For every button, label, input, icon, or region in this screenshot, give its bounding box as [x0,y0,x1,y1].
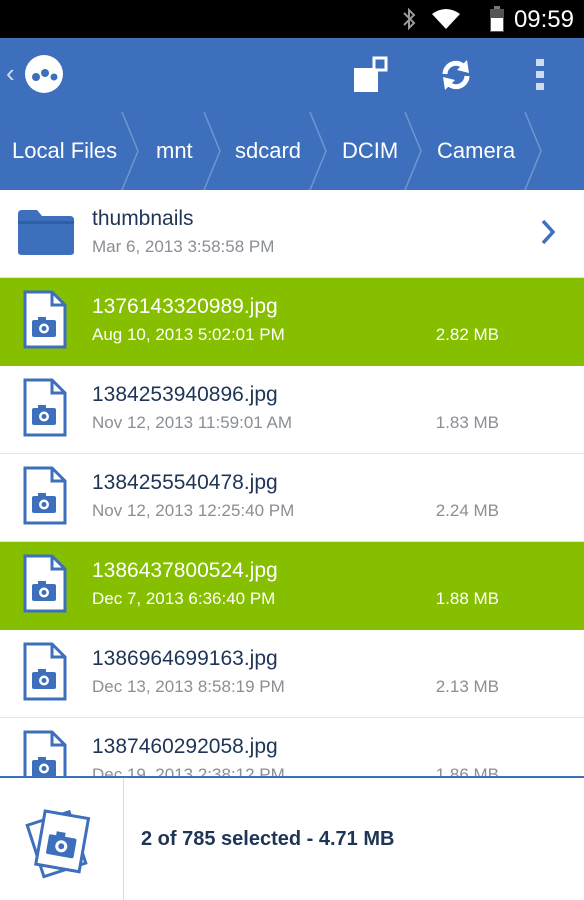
file-size: 2.13 MB [435,677,499,696]
folder-name: thumbnails [92,207,194,230]
file-name: 1376143320989.jpg [92,295,278,318]
selected-files-icon[interactable] [20,802,100,887]
file-size: 2.82 MB [435,325,499,344]
battery-icon [490,6,504,37]
folder-date: Mar 6, 2013 3:58:58 PM [92,237,275,256]
list-item[interactable]: 1384255540478.jpg Nov 12, 2013 12:25:40 … [0,454,584,542]
list-item[interactable]: 1386437800524.jpg Dec 7, 2013 6:36:40 PM… [0,542,584,630]
image-file-icon [22,290,68,355]
sync-icon[interactable] [437,56,475,99]
file-date: Aug 10, 2013 5:02:01 PM [92,325,285,344]
image-file-icon [22,730,68,776]
wifi-icon [430,7,462,36]
breadcrumb-separator [524,112,542,190]
status-time: 09:59 [513,6,574,33]
file-name: 1386964699163.jpg [92,647,278,670]
back-icon[interactable]: ‹ [6,58,15,89]
file-date: Dec 7, 2013 6:36:40 PM [92,589,276,608]
file-date: Dec 19, 2013 2:38:12 PM [92,765,285,776]
list-item[interactable]: 1384253940896.jpg Nov 12, 2013 11:59:01 … [0,366,584,454]
file-size: 2.24 MB [435,501,499,520]
file-name: 1387460292058.jpg [92,735,278,758]
file-size: 1.88 MB [435,589,499,608]
image-file-icon [22,378,68,443]
status-bar: 09:59 [0,0,584,38]
selection-summary: 2 of 785 selected - 4.71 MB [141,828,395,850]
breadcrumb-camera[interactable]: Camera [437,112,515,190]
file-date: Nov 12, 2013 11:59:01 AM [92,413,293,432]
app-logo-icon[interactable] [24,54,64,99]
bluetooth-icon [400,7,418,36]
list-item[interactable]: 1376143320989.jpg Aug 10, 2013 5:02:01 P… [0,278,584,366]
breadcrumb-dcim[interactable]: DCIM [342,112,398,190]
chevron-right-icon[interactable] [540,218,556,251]
folder-row[interactable]: thumbnails Mar 6, 2013 3:58:58 PM [0,190,584,278]
file-size: 1.86 MB [435,765,499,776]
breadcrumb-local-files[interactable]: Local Files [12,112,117,190]
overflow-menu-icon[interactable] [534,56,546,99]
multi-window-icon[interactable] [352,56,390,99]
image-file-icon [22,642,68,707]
breadcrumb-separator [404,112,422,190]
breadcrumb-sdcard[interactable]: sdcard [235,112,301,190]
breadcrumb: Local Files mnt sdcard DCIM Camera [0,112,584,190]
selection-footer: 2 of 785 selected - 4.71 MB [0,776,584,900]
file-name: 1386437800524.jpg [92,559,278,582]
file-name: 1384255540478.jpg [92,471,278,494]
breadcrumb-separator [121,112,139,190]
app-bar: ‹ [0,38,584,112]
list-item[interactable]: 1386964699163.jpg Dec 13, 2013 8:58:19 P… [0,630,584,718]
file-size: 1.83 MB [435,413,499,432]
file-date: Dec 13, 2013 8:58:19 PM [92,677,285,696]
file-list[interactable]: thumbnails Mar 6, 2013 3:58:58 PM 137614… [0,190,584,776]
breadcrumb-separator [203,112,221,190]
breadcrumb-mnt[interactable]: mnt [156,112,193,190]
list-item[interactable]: 1387460292058.jpg Dec 19, 2013 2:38:12 P… [0,718,584,776]
breadcrumb-separator [309,112,327,190]
image-file-icon [22,554,68,619]
file-date: Nov 12, 2013 12:25:40 PM [92,501,295,520]
file-name: 1384253940896.jpg [92,383,278,406]
image-file-icon [22,466,68,531]
footer-divider [123,778,124,900]
folder-icon [17,208,75,261]
